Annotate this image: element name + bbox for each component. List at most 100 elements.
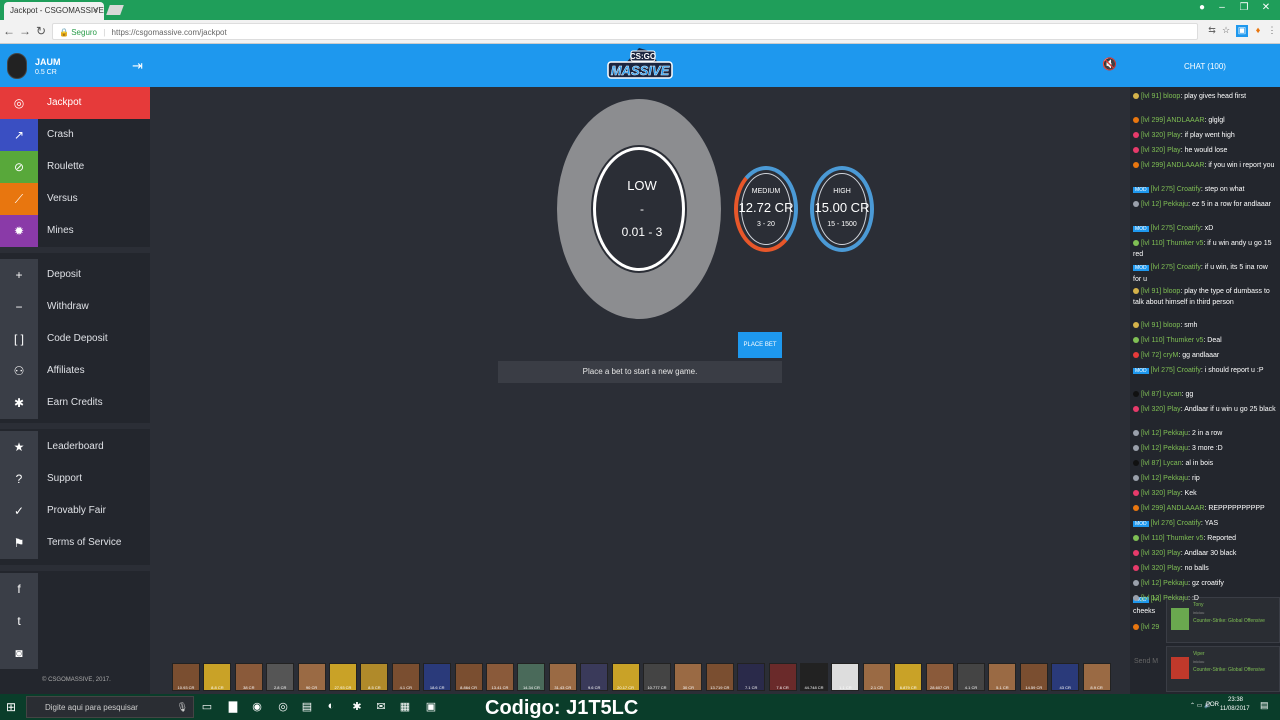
recent-winner-avatar[interactable]: 43 CR — [1051, 663, 1080, 691]
sidebar-item-leaderboard[interactable]: ★ Leaderboard — [0, 431, 150, 463]
chat-user[interactable]: [lvl 12] Pekkaju — [1141, 475, 1188, 482]
menu-icon[interactable]: ⋮ — [1266, 25, 1278, 37]
recent-winner-avatar[interactable]: 5.1 CR — [988, 663, 1017, 691]
sidebar-item-provably-fair[interactable]: ✓ Provably Fair — [0, 495, 150, 527]
recent-winner-avatar[interactable]: 8.9 CR — [1082, 663, 1111, 691]
chat-user[interactable]: [lvl 276] Croatify — [1151, 520, 1201, 527]
maximize-button[interactable]: ❐ — [1234, 2, 1254, 13]
recent-winner-avatar[interactable]: 28.607 CR — [925, 663, 954, 691]
notification-center-icon[interactable]: ▤ — [1260, 700, 1269, 711]
chat-user[interactable]: [lvl 72] cryM — [1141, 352, 1178, 359]
chat-user[interactable]: [lvl 320] Play — [1141, 550, 1181, 557]
tab-close-icon[interactable]: × — [93, 5, 98, 15]
medium-room[interactable]: MEDIUM 12.72 CR 3 - 20 — [734, 166, 798, 252]
logout-icon[interactable]: ⇥ — [132, 58, 143, 74]
chat-user[interactable]: [lvl 87] Lycan — [1141, 391, 1182, 398]
recent-winner-avatar[interactable]: 20.17 CR — [611, 663, 640, 691]
chat-user[interactable]: [lvl 110] Thumker v5 — [1141, 535, 1203, 542]
chat-user[interactable]: [lvl 91] bloop — [1141, 93, 1180, 100]
chat-user[interactable]: [lvl 275] Croatify — [1151, 367, 1201, 374]
recent-winner-avatar[interactable]: 27.93 CR — [329, 663, 357, 691]
chat-user[interactable]: [lvl 91] bloop — [1141, 322, 1180, 329]
sidebar-item-terms-of-service[interactable]: ⚑ Terms of Service — [0, 527, 150, 559]
recent-winner-avatar[interactable]: 13.719 CR — [705, 663, 734, 691]
recent-winner-avatar[interactable]: 10.777 CR — [643, 663, 671, 691]
chat-user[interactable]: [lvl 320] Play — [1141, 490, 1181, 497]
twitch-icon[interactable]: ▣ — [424, 700, 438, 713]
chat-user[interactable]: [lvl 12] Pekkaju — [1141, 595, 1188, 602]
language-indicator[interactable]: POR — [1206, 702, 1219, 708]
chrome-icon[interactable]: ◎ — [276, 700, 290, 713]
recent-winner-avatar[interactable]: 7.6 CR — [768, 663, 797, 691]
low-room-center[interactable]: LOW - 0.01 - 3 — [593, 147, 685, 271]
clock-time[interactable]: 23:38 — [1228, 697, 1243, 703]
recent-winner-avatar[interactable]: 8.8 CR — [203, 663, 232, 691]
recent-winner-avatar[interactable]: 14.59 CR — [1019, 663, 1048, 691]
store-icon[interactable]: ▤ — [300, 700, 314, 713]
bookmark-star-icon[interactable]: ☆ — [1220, 25, 1232, 37]
url-input[interactable]: 🔒 Seguro | https://csgomassive.com/jackp… — [52, 23, 1198, 40]
chat-user[interactable]: [lvl 87] Lycan — [1141, 460, 1182, 467]
profile-icon[interactable]: ● — [1192, 2, 1212, 13]
document-icon[interactable]: ▦ — [398, 700, 412, 713]
task-view-icon[interactable]: ▭ — [200, 700, 214, 713]
recent-winner-avatar[interactable]: 4.1 CR — [391, 663, 420, 691]
mute-sound-icon[interactable]: 🔇 — [1102, 57, 1117, 71]
avatar[interactable] — [7, 53, 27, 79]
recent-winner-avatar[interactable]: 18.6 CR — [423, 663, 452, 691]
forward-icon[interactable]: → — [18, 24, 32, 38]
steam-notification[interactable]: Viper iniciou Counter-Strike: Global Off… — [1166, 646, 1280, 692]
recent-winner-avatar[interactable]: 2.8 CR — [266, 663, 295, 691]
recent-winner-avatar[interactable]: 44.748 CR — [800, 663, 828, 691]
twitter-link[interactable]: t — [0, 605, 150, 637]
steam-icon[interactable]: ◉ — [250, 700, 264, 713]
sidebar-item-support[interactable]: ? Support — [0, 463, 150, 495]
recent-winner-avatar[interactable]: 4.1 CR — [957, 663, 985, 691]
sidebar-item-jackpot[interactable]: ◎ Jackpot — [0, 87, 150, 119]
sidebar-item-withdraw[interactable]: − Withdraw — [0, 291, 150, 323]
recent-winner-avatar[interactable]: 10.93 CR — [172, 663, 200, 691]
recent-winner-avatar[interactable]: 14.34 CR — [517, 663, 546, 691]
mail-icon[interactable]: ✉ — [374, 700, 388, 713]
sidebar-item-earn-credits[interactable]: ✱ Earn Credits — [0, 387, 150, 419]
recent-winner-avatar[interactable]: 1.1 CR — [831, 663, 860, 691]
chat-user[interactable]: [lvl 320] Play — [1141, 147, 1181, 154]
reload-icon[interactable]: ↻ — [34, 24, 48, 38]
origin-icon[interactable]: ◐ — [324, 700, 338, 712]
minimize-button[interactable]: – — [1212, 2, 1232, 13]
chat-user[interactable]: [lvl 320] Play — [1141, 565, 1181, 572]
clock-date[interactable]: 11/08/2017 — [1220, 706, 1250, 712]
chat-user[interactable]: [lvl 110] Thumker v5 — [1141, 240, 1203, 247]
chat-user[interactable]: [lvl 275] Croatify — [1151, 264, 1201, 271]
recent-winner-avatar[interactable]: 9.6 CR — [580, 663, 609, 691]
translate-icon[interactable]: ⇆ — [1206, 25, 1218, 37]
app-icon[interactable]: ✱ — [350, 700, 364, 713]
chat-user[interactable]: [lvl 12] Pekkaju — [1141, 580, 1188, 587]
recent-winner-avatar[interactable]: 7.1 CR — [737, 663, 766, 691]
sidebar-item-versus[interactable]: ⟋ Versus — [0, 183, 150, 215]
windows-start-icon[interactable]: ⊞ — [6, 700, 16, 714]
high-room[interactable]: HIGH 15.00 CR 15 - 1500 — [810, 166, 874, 252]
sidebar-item-code-deposit[interactable]: [ ] Code Deposit — [0, 323, 150, 355]
chat-user[interactable]: [lvl 275] Croatify — [1151, 225, 1201, 232]
chat-user[interactable]: [lvl 12] Pekkaju — [1141, 445, 1188, 452]
chat-user[interactable]: [lvl 299] ANDLAAAR — [1141, 162, 1204, 169]
taskbar-search-input[interactable]: Digite aqui para pesquisar 🎙 — [26, 696, 194, 718]
chat-user[interactable]: [lvl 320] Play — [1141, 406, 1181, 413]
close-window-button[interactable]: ✕ — [1256, 2, 1276, 13]
chat-user[interactable]: [lvl 299] ANDLAAAR — [1141, 117, 1204, 124]
recent-winner-avatar[interactable]: 8.864 CR — [454, 663, 483, 691]
recent-winner-avatar[interactable]: 13.41 CR — [486, 663, 514, 691]
chat-user[interactable]: [lvl 12] Pekkaju — [1141, 430, 1188, 437]
facebook-link[interactable]: f — [0, 573, 150, 605]
browser-tab[interactable]: Jackpot - CSGOMASSIVE × — [4, 2, 104, 20]
sidebar-item-deposit[interactable]: + Deposit — [0, 259, 150, 291]
chat-user[interactable]: [lvl 299] ANDLAAAR — [1141, 505, 1204, 512]
recent-winner-avatar[interactable]: 38 CR — [234, 663, 263, 691]
sidebar-item-crash[interactable]: ↗ Crash — [0, 119, 150, 151]
sidebar-item-mines[interactable]: ✹ Mines — [0, 215, 150, 247]
extension-icon[interactable]: ▣ — [1236, 25, 1248, 37]
chat-user[interactable]: [lvl 275] Croatify — [1151, 186, 1201, 193]
sidebar-item-roulette[interactable]: ⊘ Roulette — [0, 151, 150, 183]
place-bet-button[interactable]: PLACE BET — [738, 332, 782, 358]
